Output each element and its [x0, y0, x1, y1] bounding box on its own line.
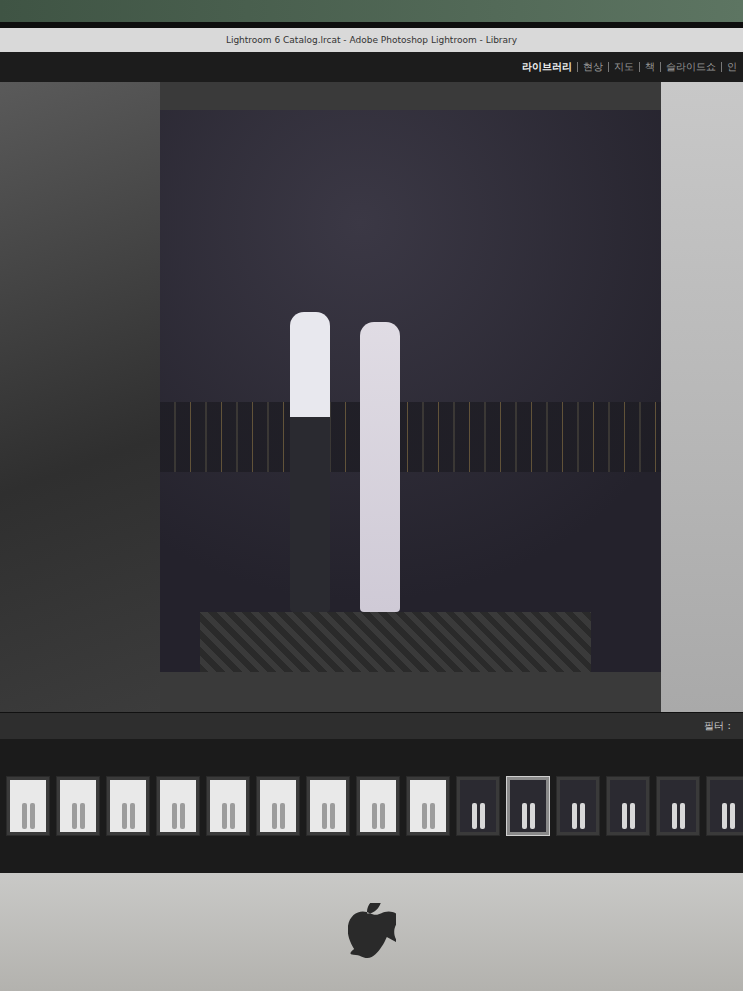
thumbnail-figure	[280, 803, 285, 829]
thumbnail-image	[260, 780, 296, 832]
filmstrip-thumbnail[interactable]	[206, 776, 250, 836]
thumbnail-image	[210, 780, 246, 832]
module-picker: 라이브러리 현상 지도 책 슬라이드쇼 인	[0, 52, 743, 82]
filmstrip-thumbnail[interactable]	[356, 776, 400, 836]
module-separator	[608, 62, 609, 72]
thumbnail-figure	[230, 803, 235, 829]
thumbnail-figure	[130, 803, 135, 829]
thumbnail-image	[410, 780, 446, 832]
couple	[290, 312, 400, 612]
thumbnail-figure	[372, 803, 377, 829]
loupe-view	[160, 82, 661, 712]
thumbnail-image	[160, 780, 196, 832]
thumbnail-figure	[422, 803, 427, 829]
thumbnail-figure	[122, 803, 127, 829]
thumbnail-image	[110, 780, 146, 832]
module-separator	[660, 62, 661, 72]
module-separator	[577, 62, 578, 72]
thumbnail-figure	[722, 803, 727, 829]
thumbnail-figure	[472, 803, 477, 829]
thumbnail-image	[610, 780, 646, 832]
photo-of-monitor: Lightroom 6 Catalog.lrcat - Adobe Photos…	[0, 0, 743, 991]
thumbnail-figure	[222, 803, 227, 829]
apple-logo-icon	[348, 903, 396, 961]
woman-figure	[360, 322, 400, 612]
thumbnail-figure	[72, 803, 77, 829]
module-tab[interactable]: 현상	[583, 60, 603, 74]
thumbnail-figure	[630, 803, 635, 829]
imac-chin	[0, 873, 743, 991]
wall	[0, 0, 743, 22]
module-separator	[639, 62, 640, 72]
thumbnail-figure	[30, 803, 35, 829]
thumbnail-image	[710, 780, 743, 832]
module-tab[interactable]: 라이브러리	[522, 60, 572, 74]
man-figure	[290, 312, 330, 612]
thumbnail-figure	[330, 803, 335, 829]
module-tab[interactable]: 책	[645, 60, 655, 74]
thumbnail-figure	[272, 803, 277, 829]
rooftop-floor	[200, 612, 591, 672]
filmstrip-thumbnail[interactable]	[256, 776, 300, 836]
thumbnail-figure	[680, 803, 685, 829]
filmstrip-thumbnail[interactable]	[606, 776, 650, 836]
thumbnail-figure	[572, 803, 577, 829]
thumbnail-figure	[22, 803, 27, 829]
filmstrip-thumbnail[interactable]	[456, 776, 500, 836]
filmstrip-thumbnail[interactable]	[56, 776, 100, 836]
thumbnail-figure	[580, 803, 585, 829]
filmstrip-thumbnail[interactable]	[406, 776, 450, 836]
filmstrip	[0, 739, 743, 873]
filmstrip-thumbnail[interactable]	[306, 776, 350, 836]
module-tab[interactable]: 지도	[614, 60, 634, 74]
lightroom-window: Lightroom 6 Catalog.lrcat - Adobe Photos…	[0, 22, 743, 873]
module-separator	[721, 62, 722, 72]
filter-label: 필터 :	[704, 719, 731, 733]
thumbnail-image	[510, 780, 546, 832]
thumbnail-figure	[430, 803, 435, 829]
title-bar: Lightroom 6 Catalog.lrcat - Adobe Photos…	[0, 28, 743, 52]
thumbnail-figure	[80, 803, 85, 829]
filmstrip-thumbnail[interactable]	[156, 776, 200, 836]
thumbnail-figure	[622, 803, 627, 829]
filmstrip-thumbnail[interactable]	[6, 776, 50, 836]
thumbnail-image	[360, 780, 396, 832]
right-panel	[661, 82, 743, 712]
thumbnail-image	[660, 780, 696, 832]
window-title: Lightroom 6 Catalog.lrcat - Adobe Photos…	[226, 35, 517, 45]
city-lights	[160, 402, 661, 472]
thumbnail-figure	[480, 803, 485, 829]
thumbnail-figure	[672, 803, 677, 829]
filmstrip-toolbar: 필터 :	[0, 712, 743, 739]
thumbnail-figure	[380, 803, 385, 829]
workspace	[0, 82, 743, 712]
thumbnail-figure	[172, 803, 177, 829]
thumbnail-figure	[522, 803, 527, 829]
thumbnail-figure	[180, 803, 185, 829]
thumbnail-image	[460, 780, 496, 832]
module-tab[interactable]: 슬라이드쇼	[666, 60, 716, 74]
thumbnail-figure	[530, 803, 535, 829]
filmstrip-thumbnail[interactable]	[706, 776, 743, 836]
thumbnail-image	[560, 780, 596, 832]
thumbnail-image	[60, 780, 96, 832]
filmstrip-thumbnail[interactable]	[106, 776, 150, 836]
photo	[160, 110, 661, 672]
thumbnail-figure	[322, 803, 327, 829]
module-tab[interactable]: 인	[727, 60, 737, 74]
thumbnail-image	[10, 780, 46, 832]
filmstrip-thumbnail[interactable]	[656, 776, 700, 836]
filmstrip-thumbnail[interactable]	[556, 776, 600, 836]
thumbnail-image	[310, 780, 346, 832]
filmstrip-thumbnail[interactable]	[506, 776, 550, 836]
left-panel	[0, 82, 160, 712]
thumbnail-figure	[730, 803, 735, 829]
